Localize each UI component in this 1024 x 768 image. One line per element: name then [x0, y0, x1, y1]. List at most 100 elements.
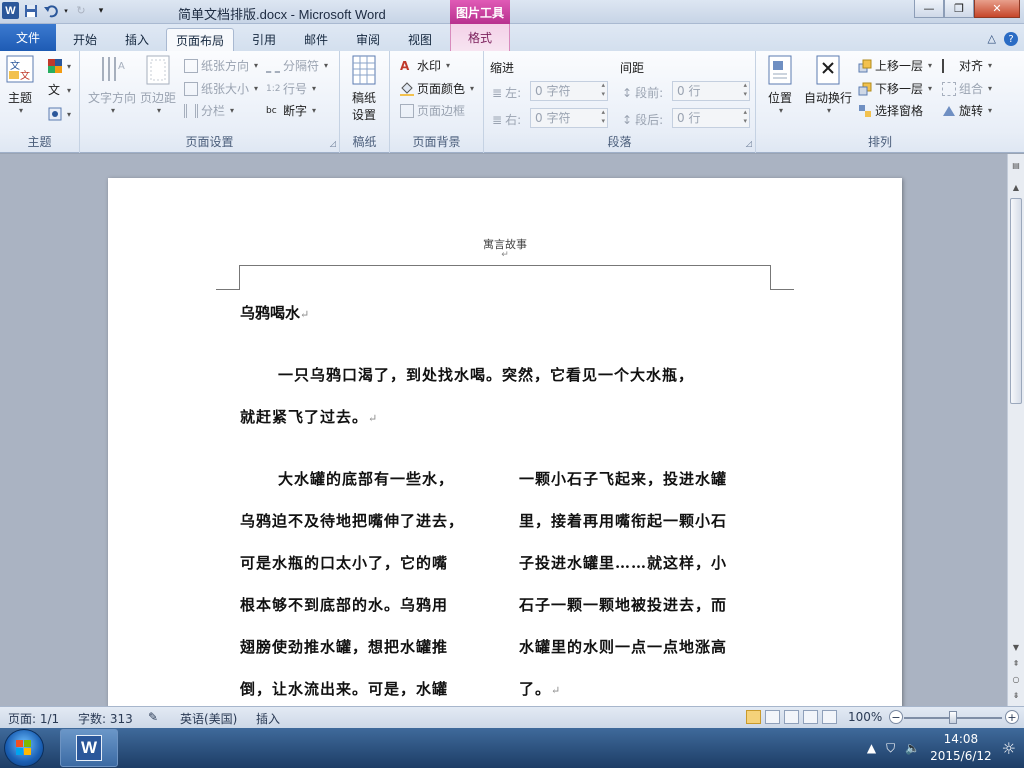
zoom-out-icon[interactable]: −	[889, 710, 903, 724]
group-objects-button[interactable]: 组合 ▾	[942, 80, 992, 97]
spacing-after-input[interactable]: 0 行	[672, 108, 750, 128]
document-page[interactable]: 寓言故事 ↵ 乌鸦喝水↵ 一只乌鸦口渴了，到处找水喝。突然，它看见一个大水瓶， …	[108, 178, 902, 706]
page-color-button[interactable]: 页面颜色 ▾	[400, 80, 474, 97]
undo-icon[interactable]	[43, 3, 59, 19]
zoom-in-icon[interactable]: +	[1005, 710, 1019, 724]
language-indicator[interactable]: 英语(美国)	[180, 710, 237, 727]
previous-page-icon[interactable]: ⇞	[1009, 656, 1023, 670]
watermark-button[interactable]: A 水印 ▾	[400, 57, 450, 74]
zoom-level[interactable]: 100%	[848, 710, 882, 724]
theme-fonts-button[interactable]: 文 ▾	[48, 83, 71, 97]
document-area[interactable]: 寓言故事 ↵ 乌鸦喝水↵ 一只乌鸦口渴了，到处找水喝。突然，它看见一个大水瓶， …	[0, 154, 1007, 706]
align-button[interactable]: 对齐 ▾	[942, 57, 992, 74]
redo-icon[interactable]: ↻	[73, 3, 89, 19]
right-column[interactable]: 一颗小石子飞起来，投进水罐 里，接着再用嘴衔起一颗小石 子投进水罐里……就这样，…	[519, 458, 777, 706]
clock-time: 14:08	[943, 732, 979, 746]
show-hidden-icons-icon[interactable]: ▲	[867, 741, 876, 755]
title-bar: W ▾ ↻ ▾ 简单文档排版.docx - Microsoft Word 图片工…	[0, 0, 1024, 24]
tab-insert[interactable]: 插入	[112, 28, 162, 51]
weather-icon[interactable]: ☼	[1002, 739, 1016, 758]
page-borders-button[interactable]: 页面边框	[400, 102, 465, 119]
scroll-down-icon[interactable]: ▼	[1009, 640, 1023, 654]
save-icon[interactable]	[23, 3, 39, 19]
word-count[interactable]: 字数: 313	[78, 710, 133, 727]
page-setup-launcher-icon[interactable]: ◿	[330, 139, 336, 148]
selection-pane-button[interactable]: 选择窗格	[858, 102, 923, 119]
close-button[interactable]: ✕	[974, 0, 1020, 18]
action-center-icon[interactable]: ⛉	[886, 741, 895, 756]
tab-review[interactable]: 审阅	[344, 28, 392, 51]
print-layout-view-icon[interactable]	[746, 710, 761, 724]
paragraph-1-line-2[interactable]: 就赶紧飞了过去。↵	[240, 396, 775, 440]
column-line: 石子一颗一颗地被投进去，而	[519, 596, 728, 614]
svg-text:文: 文	[10, 59, 20, 72]
tab-mailings[interactable]: 邮件	[292, 28, 340, 51]
columns-button[interactable]: 分栏 ▾	[184, 102, 234, 119]
theme-effects-button[interactable]: ▾	[48, 107, 71, 121]
rotate-button[interactable]: 旋转 ▾	[942, 102, 992, 119]
ruler-toggle-icon[interactable]: ▤	[1009, 158, 1023, 172]
theme-fonts-icon: 文	[48, 83, 61, 97]
word-logo-icon[interactable]: W	[2, 2, 19, 19]
group-label-paragraph: 段落	[607, 135, 632, 149]
volume-icon[interactable]: 🔈	[905, 741, 920, 755]
column-line: 了。↵	[519, 680, 562, 698]
themes-icon: 文文	[6, 55, 34, 83]
next-page-icon[interactable]: ⇟	[1009, 688, 1023, 702]
web-layout-view-icon[interactable]	[784, 710, 799, 724]
undo-dropdown-icon[interactable]: ▾	[63, 3, 69, 19]
zoom-slider-thumb[interactable]	[949, 711, 957, 724]
orientation-button[interactable]: 纸张方向 ▾	[184, 57, 258, 74]
start-button[interactable]	[4, 729, 44, 767]
scroll-up-icon[interactable]: ▲	[1009, 180, 1023, 194]
paragraph-launcher-icon[interactable]: ◿	[746, 139, 752, 148]
customize-qat-icon[interactable]: ▾	[93, 3, 109, 19]
text-direction-icon: A	[102, 57, 125, 81]
group-paragraph: 缩进 间距 ≣左: 0 字符 ≣右: 0 字符 ↕段前: 0 行 ↕段后: 0 …	[484, 51, 756, 153]
minimize-ribbon-icon[interactable]: △	[988, 32, 996, 46]
tab-file[interactable]: 文件	[0, 24, 56, 51]
tab-view[interactable]: 视图	[396, 28, 444, 51]
insert-mode-indicator[interactable]: 插入	[256, 710, 280, 727]
document-title[interactable]: 乌鸦喝水↵	[240, 302, 309, 323]
clock-date: 2015/6/12	[930, 749, 992, 763]
full-screen-reading-view-icon[interactable]	[765, 710, 780, 724]
scroll-thumb[interactable]	[1010, 198, 1022, 404]
tab-home[interactable]: 开始	[60, 28, 110, 51]
tab-format[interactable]: 格式	[450, 24, 510, 51]
spacing-before-input[interactable]: 0 行	[672, 81, 750, 101]
tab-page-layout[interactable]: 页面布局	[166, 28, 234, 51]
help-icon[interactable]: ?	[1004, 32, 1018, 46]
vertical-scrollbar[interactable]: ▤ ▲ ▼ ⇞ ○ ⇟	[1007, 154, 1024, 706]
clock[interactable]: 14:08 2015/6/12	[930, 731, 992, 765]
outline-view-icon[interactable]	[803, 710, 818, 724]
bring-forward-button[interactable]: 上移一层 ▾	[858, 57, 932, 74]
left-column[interactable]: 大水罐的底部有一些水， 乌鸦迫不及待地把嘴伸了进去， 可是水瓶的口太小了，它的嘴…	[240, 458, 500, 706]
browse-object-icon[interactable]: ○	[1009, 672, 1023, 686]
themes-button[interactable]: 文文 主题 ▾	[6, 55, 34, 115]
system-tray: ▲ ⛉ 🔈 14:08 2015/6/12 ☼	[867, 728, 1024, 768]
indent-right-input[interactable]: 0 字符	[530, 108, 608, 128]
manuscript-settings-button[interactable]: 稿纸 设置	[350, 55, 378, 123]
margins-button[interactable]: 页边距 ▾	[140, 55, 176, 115]
minimize-button[interactable]: —	[914, 0, 944, 18]
hyphenation-button[interactable]: bc 断字 ▾	[266, 102, 316, 119]
paragraph-1[interactable]: 一只乌鸦口渴了，到处找水喝。突然，它看见一个大水瓶，	[240, 354, 775, 396]
send-backward-button[interactable]: 下移一层 ▾	[858, 80, 932, 97]
taskbar-word-button[interactable]: W	[60, 729, 118, 767]
indent-left-input[interactable]: 0 字符	[530, 81, 608, 101]
maximize-button[interactable]: ❐	[944, 0, 974, 18]
tab-references[interactable]: 引用	[240, 28, 288, 51]
line-numbers-button[interactable]: 1:2 行号 ▾	[266, 80, 316, 97]
position-button[interactable]: 位置 ▾	[766, 55, 794, 115]
bring-forward-icon	[858, 59, 872, 72]
draft-view-icon[interactable]	[822, 710, 837, 724]
page-count[interactable]: 页面: 1/1	[8, 710, 59, 727]
theme-colors-button[interactable]: ▾	[48, 59, 71, 73]
size-button[interactable]: 纸张大小 ▾	[184, 80, 258, 97]
proofing-icon[interactable]: ✎	[148, 710, 158, 724]
wrap-text-button[interactable]: 自动换行 ▾	[804, 55, 852, 115]
align-icon	[942, 58, 956, 73]
text-direction-button[interactable]: A 文字方向 ▾	[88, 55, 136, 115]
breaks-button[interactable]: 分隔符 ▾	[266, 57, 328, 74]
